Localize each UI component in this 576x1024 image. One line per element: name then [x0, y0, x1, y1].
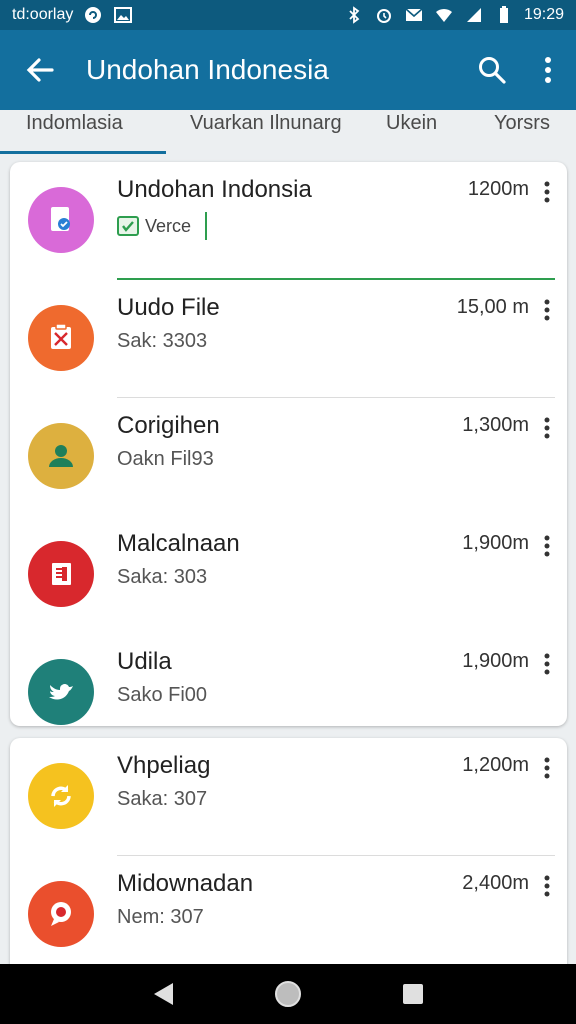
person-icon — [49, 445, 73, 467]
nav-recents-button[interactable] — [393, 974, 433, 1014]
item-size: 1,900m — [462, 532, 529, 554]
item-name: Undohan Indonsia — [117, 176, 312, 203]
item-name: Uudo File — [117, 294, 220, 321]
back-button[interactable] — [0, 30, 80, 110]
item-avatar — [28, 541, 94, 607]
item-more-button[interactable] — [537, 414, 557, 442]
nav-home-button[interactable] — [268, 974, 308, 1014]
item-subtitle: Saka: 303 — [117, 566, 208, 588]
file-list-card: Vhpeliag Saka: 307 1,200m Midownadan Nem… — [10, 738, 567, 978]
mail-icon — [404, 6, 424, 24]
document-badge-icon — [51, 207, 70, 231]
item-edit-field[interactable]: Verce — [117, 212, 208, 240]
list-item[interactable]: Malcalnaan Saka: 303 1,900m — [10, 516, 567, 634]
overflow-menu-icon — [544, 875, 550, 897]
back-triangle-icon — [153, 983, 173, 1005]
item-more-button[interactable] — [537, 296, 557, 324]
verify-text: Verce — [145, 215, 192, 236]
home-circle-icon — [274, 981, 301, 1007]
item-size: 1200m — [467, 178, 529, 200]
list-item[interactable]: Uudo File Sak: 3303 15,00 m — [10, 280, 567, 398]
chat-bubble-icon — [51, 902, 71, 926]
item-more-button[interactable] — [537, 178, 557, 206]
item-avatar — [28, 305, 94, 371]
app-bar: Undohan Indonesia — [0, 30, 576, 110]
tab-ukein[interactable]: Ukein — [362, 110, 450, 154]
tab-indomlasia[interactable]: Indomlasia — [0, 110, 166, 154]
item-more-button[interactable] — [537, 650, 557, 678]
bird-icon — [49, 683, 73, 700]
item-subtitle: Saka: 307 — [117, 788, 208, 810]
document-lines-icon — [52, 563, 71, 585]
list-item[interactable]: Vhpeliag Saka: 307 1,200m — [10, 738, 567, 856]
status-left-text: td:oorlay — [12, 6, 74, 23]
item-more-button[interactable] — [537, 532, 557, 560]
clipboard-x-icon — [51, 323, 71, 349]
status-bar: td:oorlay 19:29 — [0, 0, 576, 30]
battery-icon — [494, 6, 514, 24]
item-avatar — [28, 659, 94, 725]
recents-square-icon — [403, 984, 424, 1004]
item-size: 1,300m — [462, 414, 529, 436]
status-time: 19:29 — [523, 6, 564, 23]
tab-bar: Indomlasia Vuarkan Ilnunarg Ukein Yorsrs — [0, 110, 576, 154]
wifi-icon — [434, 6, 454, 24]
item-size: 1,200m — [462, 754, 529, 776]
item-name: Udila — [117, 648, 172, 675]
overflow-menu-icon — [544, 535, 550, 557]
item-avatar — [28, 423, 94, 489]
nav-back-button[interactable] — [143, 974, 183, 1014]
list-item[interactable]: Undohan Indonsia Verce 1200m — [10, 162, 567, 280]
item-avatar — [28, 187, 94, 253]
alarm-icon — [374, 6, 394, 24]
item-avatar — [28, 881, 94, 947]
item-size: 1,900m — [462, 650, 529, 672]
item-more-button[interactable] — [537, 754, 557, 782]
item-subtitle: Sako Fi00 — [117, 684, 208, 706]
search-button[interactable] — [464, 30, 520, 110]
file-list-card: Undohan Indonsia Verce 1200m Uudo File S… — [10, 162, 567, 726]
list-item[interactable]: Udila Sako Fi00 1,900m — [10, 634, 567, 726]
bluetooth-icon — [344, 6, 364, 24]
item-subtitle: Nem: 307 — [117, 906, 204, 928]
arrow-left-icon — [26, 58, 54, 82]
list-item[interactable]: Corigihen Oakn Fil93 1,300m — [10, 398, 567, 516]
item-more-button[interactable] — [537, 872, 557, 900]
item-name: Midownadan — [117, 870, 254, 897]
check-icon — [117, 216, 139, 236]
image-icon — [113, 6, 133, 24]
system-nav-bar — [0, 964, 576, 1024]
item-name: Malcalnaan — [117, 530, 240, 557]
page-title: Undohan Indonesia — [86, 54, 329, 85]
item-size: 2,400m — [462, 872, 529, 894]
overflow-menu-icon — [544, 181, 550, 203]
tab-yorsrs[interactable]: Yorsrs — [450, 110, 576, 154]
text-cursor — [205, 212, 208, 240]
item-name: Corigihen — [117, 412, 220, 439]
item-avatar — [28, 763, 94, 829]
refresh-arrows-icon — [51, 785, 71, 807]
signal-icon — [464, 6, 484, 24]
sync-circle-icon — [83, 6, 103, 24]
overflow-menu-icon — [544, 653, 550, 675]
tab-vuarkan[interactable]: Vuarkan Ilnunarg — [166, 110, 362, 154]
search-icon — [479, 57, 506, 84]
overflow-menu-icon — [544, 417, 550, 439]
overflow-menu-icon — [544, 299, 550, 321]
overflow-menu-icon — [545, 57, 551, 83]
overflow-menu-icon — [544, 757, 550, 779]
list-item[interactable]: Midownadan Nem: 307 2,400m — [10, 856, 567, 974]
item-subtitle: Oakn Fil93 — [117, 448, 214, 470]
item-subtitle: Sak: 3303 — [117, 330, 208, 352]
item-name: Vhpeliag — [117, 752, 211, 779]
overflow-menu-button[interactable] — [520, 30, 576, 110]
item-size: 15,00 m — [456, 296, 529, 318]
